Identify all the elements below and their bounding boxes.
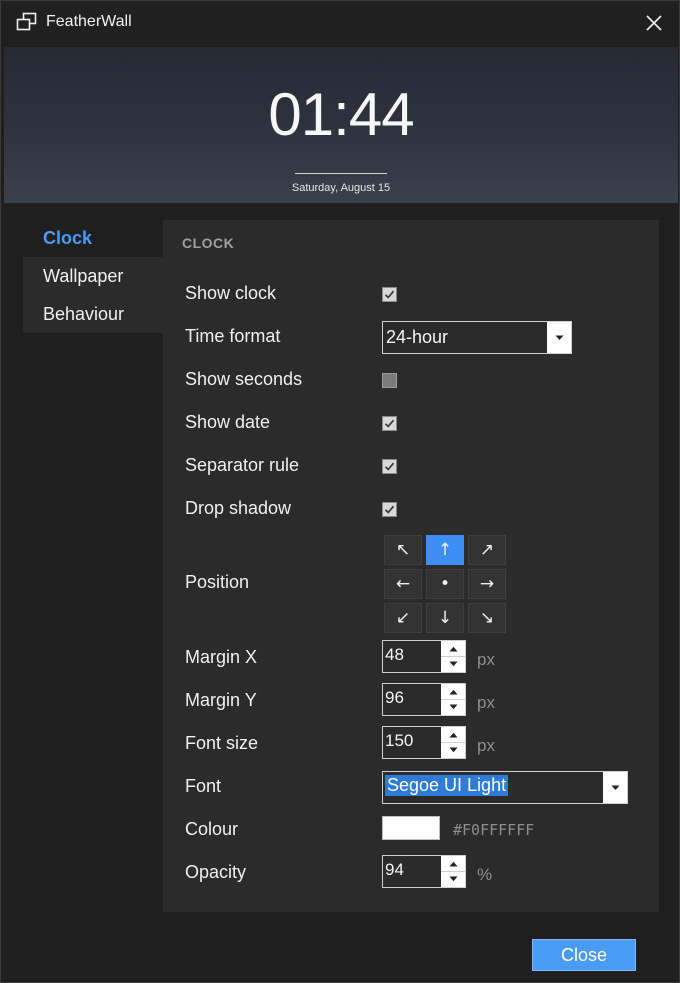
sidebar-item-wallpaper[interactable]: Wallpaper <box>23 257 163 295</box>
opacity-unit: % <box>477 865 493 884</box>
preview-separator-rule <box>295 173 387 174</box>
margin-y-value[interactable]: 96 <box>385 688 404 708</box>
font-select[interactable]: Segoe UI Light <box>382 771 628 804</box>
spin-down-icon[interactable] <box>441 656 465 671</box>
show-seconds-checkbox[interactable] <box>382 373 397 388</box>
opacity-stepper[interactable]: 94 <box>382 855 466 888</box>
font-size-unit: px <box>477 736 495 755</box>
margin-x-value[interactable]: 48 <box>385 645 404 665</box>
position-middle-right-button[interactable]: → <box>468 569 506 599</box>
title-bar: FeatherWall <box>1 1 679 45</box>
position-top-right-button[interactable]: ↗ <box>468 535 506 565</box>
checkmark-icon <box>384 290 395 299</box>
window-title: FeatherWall <box>46 13 132 30</box>
time-format-value: 24-hour <box>386 327 449 347</box>
opacity-value[interactable]: 94 <box>385 860 404 880</box>
spin-up-icon[interactable] <box>441 641 465 657</box>
spin-down-icon[interactable] <box>441 699 465 714</box>
margin-x-unit: px <box>477 650 495 669</box>
drop-shadow-label: Drop shadow <box>185 498 292 518</box>
clock-preview: 01:44 Saturday, August 15 <box>4 47 678 203</box>
position-label: Position <box>185 572 250 592</box>
margin-y-unit: px <box>477 693 495 712</box>
font-size-stepper[interactable]: 150 <box>382 726 466 759</box>
font-size-value[interactable]: 150 <box>385 731 413 751</box>
spin-up-icon[interactable] <box>441 727 465 743</box>
checkmark-icon <box>384 505 395 514</box>
position-center-button[interactable]: • <box>426 569 464 599</box>
position-top-center-button[interactable]: ↑ <box>426 535 464 565</box>
preview-time: 01:44 <box>268 81 414 148</box>
position-bottom-right-button[interactable]: ↘ <box>468 603 506 633</box>
position-bottom-center-button[interactable]: ↓ <box>426 603 464 633</box>
preview-date: Saturday, August 15 <box>291 182 391 194</box>
colour-hex-value: #F0FFFFFF <box>453 821 535 839</box>
show-clock-label: Show clock <box>185 283 277 303</box>
sidebar-nav: Clock Wallpaper Behaviour <box>23 219 163 333</box>
checkmark-icon <box>384 462 395 471</box>
spin-up-icon[interactable] <box>441 684 465 700</box>
spin-up-icon[interactable] <box>441 856 465 872</box>
sidebar-item-behaviour[interactable]: Behaviour <box>23 295 163 333</box>
margin-x-label: Margin X <box>185 647 258 667</box>
font-label: Font <box>185 776 222 796</box>
separator-rule-label: Separator rule <box>185 455 300 475</box>
section-title: CLOCK <box>182 235 235 251</box>
time-format-select[interactable]: 24-hour <box>382 321 572 354</box>
show-date-checkbox[interactable] <box>382 416 397 431</box>
close-icon[interactable] <box>637 7 671 39</box>
drop-shadow-checkbox[interactable] <box>382 502 397 517</box>
colour-label: Colour <box>185 819 239 839</box>
settings-window: FeatherWall 01:44 Saturday, August 15 Cl… <box>0 0 680 983</box>
show-date-label: Show date <box>185 412 271 432</box>
close-button[interactable]: Close <box>532 939 636 971</box>
position-bottom-left-button[interactable]: ↙ <box>384 603 422 633</box>
spin-down-icon[interactable] <box>441 871 465 886</box>
margin-y-label: Margin Y <box>185 690 257 710</box>
chevron-down-icon[interactable] <box>603 772 627 803</box>
app-window-icon <box>16 12 37 31</box>
colour-swatch[interactable] <box>382 816 440 840</box>
font-value: Segoe UI Light <box>385 775 509 796</box>
spin-down-icon[interactable] <box>441 742 465 757</box>
time-format-label: Time format <box>185 326 281 346</box>
checkmark-icon <box>384 419 395 428</box>
sidebar-item-clock[interactable]: Clock <box>23 219 163 257</box>
opacity-label: Opacity <box>185 862 247 882</box>
clock-settings-panel: CLOCK Show clock Time format 24-hour Sho… <box>163 220 659 912</box>
show-seconds-label: Show seconds <box>185 369 303 389</box>
position-middle-left-button[interactable]: ← <box>384 569 422 599</box>
margin-x-stepper[interactable]: 48 <box>382 640 466 673</box>
font-size-label: Font size <box>185 733 259 753</box>
position-top-left-button[interactable]: ↖ <box>384 535 422 565</box>
show-clock-checkbox[interactable] <box>382 287 397 302</box>
margin-y-stepper[interactable]: 96 <box>382 683 466 716</box>
separator-rule-checkbox[interactable] <box>382 459 397 474</box>
chevron-down-icon[interactable] <box>547 322 571 353</box>
